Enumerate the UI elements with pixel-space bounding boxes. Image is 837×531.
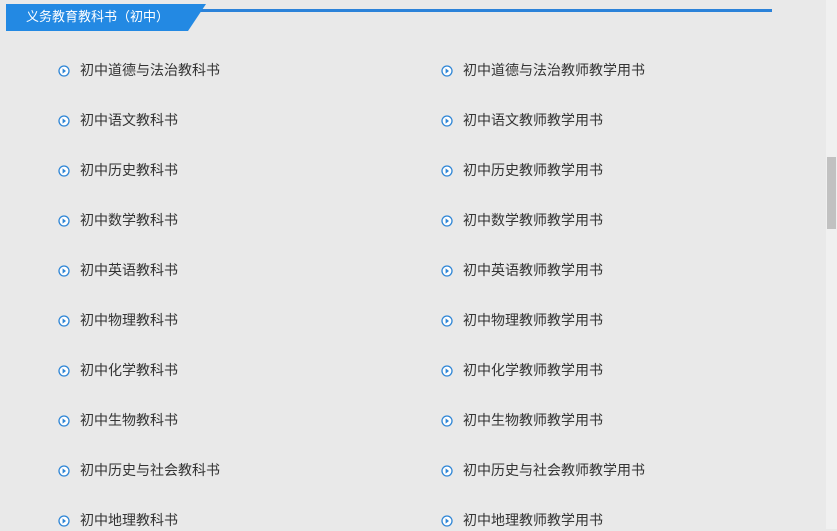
circle-arrow-right-icon: [58, 465, 70, 477]
textbook-link-label: 初中物理教师教学用书: [463, 313, 603, 329]
textbook-link-label: 初中历史教师教学用书: [463, 163, 603, 179]
textbook-link-label: 初中语文教科书: [80, 113, 178, 129]
circle-arrow-right-icon: [441, 115, 453, 127]
textbook-link-label: 初中生物教科书: [80, 413, 178, 429]
circle-arrow-right-icon: [441, 265, 453, 277]
textbook-link-label: 初中历史教科书: [80, 163, 178, 179]
textbook-link-label: 初中数学教科书: [80, 213, 178, 229]
textbook-link-label: 初中物理教科书: [80, 313, 178, 329]
circle-arrow-right-icon: [58, 315, 70, 327]
textbook-link-label: 初中道德与法治教科书: [80, 63, 220, 79]
textbook-link-label: 初中地理教师教学用书: [463, 513, 603, 529]
circle-arrow-right-icon: [441, 65, 453, 77]
circle-arrow-right-icon: [441, 315, 453, 327]
circle-arrow-right-icon: [441, 365, 453, 377]
circle-arrow-right-icon: [58, 365, 70, 377]
textbook-link-label: 初中历史与社会教科书: [80, 463, 220, 479]
circle-arrow-right-icon: [58, 515, 70, 527]
circle-arrow-right-icon: [441, 165, 453, 177]
circle-arrow-right-icon: [58, 65, 70, 77]
textbook-link-label: 初中语文教师教学用书: [463, 113, 603, 129]
textbook-link-label: 初中化学教师教学用书: [463, 363, 603, 379]
textbook-link-list: 初中道德与法治教科书 初中语文教科书 初中历史教科书 初中数学教科书 初中英语教科书 初中…: [0, 0, 826, 529]
vertical-scrollbar[interactable]: [826, 0, 837, 529]
circle-arrow-right-icon: [58, 415, 70, 427]
textbook-link-label: 初中历史与社会教师教学用书: [463, 463, 645, 479]
textbook-link-label: 初中数学教师教学用书: [463, 213, 603, 229]
circle-arrow-right-icon: [58, 115, 70, 127]
textbook-link-label: 初中英语教师教学用书: [463, 263, 603, 279]
circle-arrow-right-icon: [58, 215, 70, 227]
circle-arrow-right-icon: [441, 215, 453, 227]
circle-arrow-right-icon: [58, 165, 70, 177]
textbook-link-label: 初中地理教科书: [80, 513, 178, 529]
textbook-link-label: 初中道德与法治教师教学用书: [463, 63, 645, 79]
textbook-link-label: 初中化学教科书: [80, 363, 178, 379]
textbook-link-label: 初中生物教师教学用书: [463, 413, 603, 429]
circle-arrow-right-icon: [58, 265, 70, 277]
circle-arrow-right-icon: [441, 415, 453, 427]
circle-arrow-right-icon: [441, 515, 453, 527]
scrollbar-thumb[interactable]: [827, 157, 836, 229]
textbook-link-label: 初中英语教科书: [80, 263, 178, 279]
circle-arrow-right-icon: [441, 465, 453, 477]
